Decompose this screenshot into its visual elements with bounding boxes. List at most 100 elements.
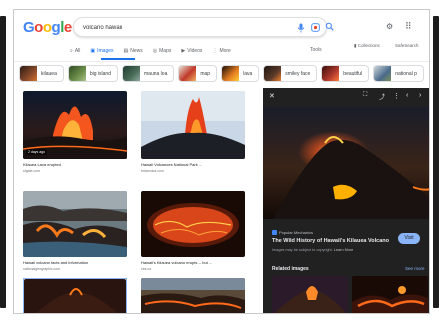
header-divider [14, 61, 429, 62]
publisher-name: Popular Mechanics [279, 230, 314, 235]
tab-label: News [130, 48, 143, 54]
google-logo[interactable]: Google [23, 19, 72, 36]
result-source: nationalgeographic.com [23, 267, 61, 271]
result-source: sfgate.com [23, 169, 41, 173]
related-image[interactable] [272, 276, 348, 313]
screenshot-stage: Google ⚙ ⠿ ⌕All ▣Images ▤News ◎Maps ▶Vid… [0, 0, 439, 321]
right-frame-edge [433, 16, 439, 308]
result-caption: Hawaii volcano facts and information [23, 260, 89, 265]
chip-smiley-face[interactable]: smiley face [263, 65, 318, 82]
chip-label: smiley face [285, 70, 311, 77]
result-image [141, 91, 245, 159]
related-search-chips: kilauea big island mauna loa map lava sm… [19, 65, 429, 83]
copyright-note: Images may be subject to copyright. Lear… [272, 248, 353, 252]
browser-page: Google ⚙ ⠿ ⌕All ▣Images ▤News ◎Maps ▶Vid… [13, 9, 430, 314]
active-tab-indicator [101, 58, 135, 60]
image-result[interactable]: Hawaii volcano facts and information nat… [23, 191, 127, 275]
close-icon[interactable]: ✕ [269, 92, 275, 100]
chip-label: kilauea [41, 70, 57, 77]
chip-thumbnail [20, 66, 37, 81]
share-icon[interactable]: ⤴ [379, 92, 385, 101]
more-options-icon[interactable]: ⋮ [393, 92, 400, 100]
tab-label: All [74, 48, 81, 54]
result-image [141, 278, 245, 313]
next-arrow-icon[interactable]: › [419, 92, 421, 99]
left-frame-edge [0, 16, 6, 308]
result-source: britannica.com [141, 169, 164, 173]
image-result[interactable]: Hawaii Volcanoes National Park ... brita… [141, 91, 245, 187]
result-caption: Hawaii's Kilauea volcano erupts -- but .… [141, 260, 213, 265]
chip-lava[interactable]: lava [221, 65, 260, 82]
image-preview-panel: ✕ ⛶ ⤴ ⋮ ‹ › Popular Mechanics The Wild H… [263, 88, 429, 313]
chip-thumbnail [322, 66, 340, 81]
chip-thumbnail [123, 66, 140, 81]
tab-news[interactable]: ▤ News [124, 48, 143, 54]
chip-national-park[interactable]: national p [373, 65, 424, 82]
logo-letter: g [51, 19, 61, 36]
lens-icon[interactable] [310, 23, 320, 33]
copyright-text: Images may be subject to copyright. [272, 248, 333, 252]
search-tabs: ⌕ All ▣ Images ▤ News ◎ Maps ▶ Videos ⋮ More [70, 45, 231, 57]
image-icon: ▣ [90, 48, 96, 54]
preview-title[interactable]: The Wild History of Hawaii's Kilauea Vol… [272, 238, 389, 244]
see-more-link[interactable]: See more [405, 266, 425, 271]
tab-all[interactable]: ⌕ All [70, 48, 80, 54]
chip-label: beautiful [343, 70, 363, 77]
tab-label: More [219, 48, 231, 54]
image-result-selected[interactable] [23, 278, 127, 313]
learn-more-link[interactable]: Learn More [334, 248, 353, 252]
chip-label: lava [243, 70, 253, 77]
related-images-heading: Related images [272, 266, 309, 272]
image-result[interactable] [141, 278, 245, 313]
mic-icon[interactable] [296, 23, 306, 33]
search-icon[interactable] [324, 22, 334, 32]
image-result[interactable]: Hawaii's Kilauea volcano erupts -- but .… [141, 191, 245, 275]
tab-maps[interactable]: ◎ Maps [153, 48, 172, 54]
search-box[interactable] [73, 17, 334, 37]
chip-label: big island [89, 70, 111, 77]
tab-more[interactable]: ⋮ More [212, 48, 230, 54]
map-pin-icon: ◎ [152, 48, 158, 54]
tools-button[interactable]: Tools [310, 47, 322, 53]
age-badge: 2 days ago [26, 149, 48, 155]
tab-videos[interactable]: ▶ Videos [181, 48, 202, 54]
image-result[interactable]: 2 days ago Kilauea Lava erupted sfgate.c… [23, 91, 127, 187]
image-results-grid: 2 days ago Kilauea Lava erupted sfgate.c… [14, 88, 259, 313]
chip-mauna-loa[interactable]: mauna loa [122, 65, 175, 82]
result-caption: Hawaii Volcanoes National Park ... [141, 162, 203, 167]
logo-letter: e [63, 19, 72, 36]
chip-thumbnail [374, 66, 392, 81]
chip-thumbnail [68, 66, 86, 81]
result-image [24, 279, 126, 313]
preview-image[interactable] [263, 107, 429, 219]
collections-link[interactable]: ▮ Collections [354, 43, 380, 49]
chip-map[interactable]: map [178, 65, 218, 82]
tab-label: Maps [159, 48, 172, 54]
tab-label: Videos [187, 48, 203, 54]
more-icon: ⋮ [212, 48, 218, 54]
news-icon: ▤ [123, 48, 129, 54]
search-input[interactable] [83, 22, 263, 34]
logo-letter: o [42, 19, 52, 36]
open-in-lens-icon[interactable]: ⛶ [363, 92, 367, 99]
logo-letter: o [34, 19, 43, 36]
result-image [23, 191, 127, 257]
chip-beautiful[interactable]: beautiful [321, 65, 370, 82]
settings-gear-icon[interactable]: ⚙ [386, 22, 393, 32]
tab-images[interactable]: ▣ Images [90, 48, 113, 54]
chip-thumbnail [179, 66, 197, 81]
chip-kilauea[interactable]: kilauea [19, 65, 64, 82]
chip-big-island[interactable]: big island [67, 65, 118, 82]
apps-grid-icon[interactable]: ⠿ [405, 21, 412, 31]
tab-label: Images [97, 48, 114, 54]
search-icon: ⌕ [70, 48, 73, 54]
safesearch-link[interactable]: SafeSearch [395, 43, 419, 48]
visit-button[interactable]: Visit [398, 233, 420, 244]
video-icon: ▶ [181, 48, 186, 54]
chip-label: map [200, 70, 211, 77]
related-image[interactable] [352, 276, 428, 313]
publisher-row: Popular Mechanics [272, 230, 313, 235]
previous-arrow-icon[interactable]: ‹ [406, 92, 408, 99]
chip-thumbnail [264, 66, 282, 81]
chip-label: national p [395, 70, 417, 77]
